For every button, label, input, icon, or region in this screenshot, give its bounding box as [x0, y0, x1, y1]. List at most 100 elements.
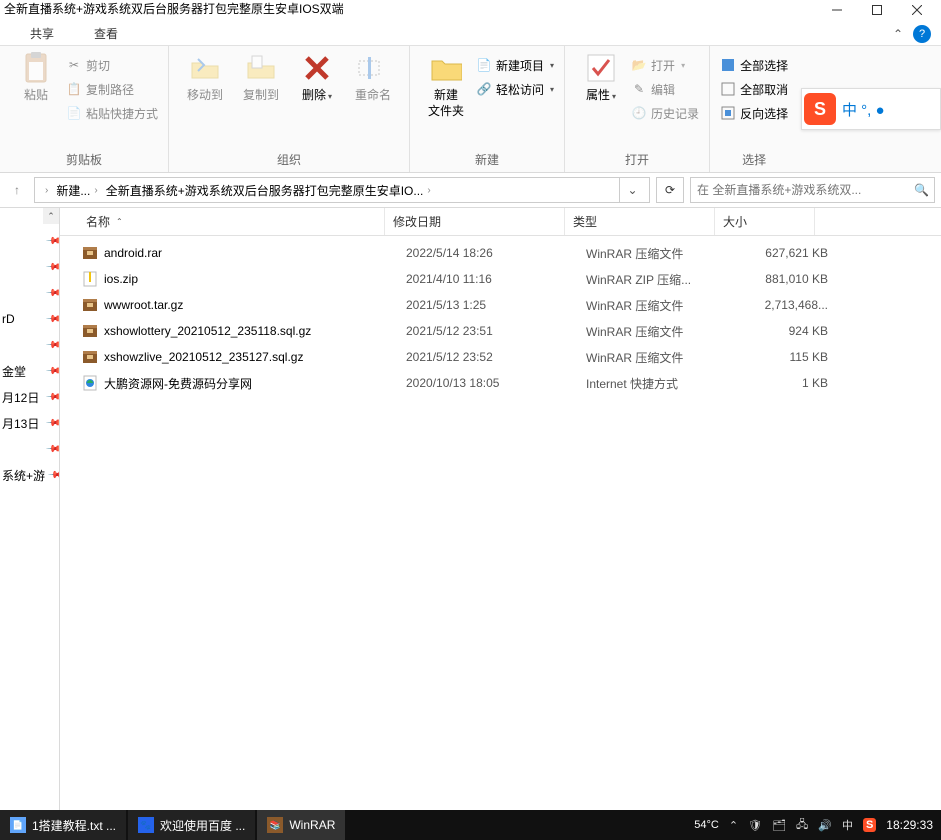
- group-label: 组织: [177, 151, 401, 170]
- file-date: 2021/5/12 23:52: [406, 350, 586, 364]
- column-name[interactable]: 名称⌃: [60, 208, 385, 235]
- file-row[interactable]: xshowlottery_20210512_235118.sql.gz 2021…: [60, 318, 941, 344]
- column-date[interactable]: 修改日期: [385, 208, 565, 235]
- nav-item[interactable]: 📌: [0, 332, 59, 358]
- search-input[interactable]: [697, 183, 914, 197]
- nav-item[interactable]: 金堂📌: [0, 358, 59, 384]
- tray-shield-icon[interactable]: 🛡: [748, 819, 762, 832]
- column-type[interactable]: 类型: [565, 208, 715, 235]
- new-folder-button[interactable]: 新建 文件夹: [418, 50, 474, 121]
- delete-button[interactable]: 删除▾: [289, 50, 345, 106]
- file-size: 627,621 KB: [736, 246, 836, 260]
- refresh-button[interactable]: ⟳: [656, 177, 684, 203]
- paste-shortcut-button[interactable]: 📄粘贴快捷方式: [64, 102, 160, 124]
- checkmark-icon: [585, 52, 617, 84]
- move-to-button[interactable]: 移动到: [177, 50, 233, 106]
- minimize-button[interactable]: [817, 0, 857, 20]
- nav-item[interactable]: 📌: [0, 280, 59, 306]
- close-button[interactable]: [897, 0, 937, 20]
- group-label: 打开: [573, 151, 701, 170]
- tab-share[interactable]: 共享: [10, 25, 74, 42]
- history-icon: 🕘: [631, 105, 647, 121]
- group-select: 全部选择 全部取消 反向选择 选择: [710, 46, 798, 172]
- task-item[interactable]: 📄1搭建教程.txt ...: [0, 810, 126, 840]
- maximize-button[interactable]: [857, 0, 897, 20]
- copy-to-button[interactable]: 复制到: [233, 50, 289, 106]
- file-name: 大鹏资源网-免费源码分享网: [104, 375, 406, 392]
- path-icon: 📋: [66, 81, 82, 97]
- file-size: 2,713,468...: [736, 298, 836, 312]
- file-name: xshowlottery_20210512_235118.sql.gz: [104, 324, 406, 338]
- tray-chevron-icon[interactable]: ⌃: [729, 819, 738, 832]
- nav-item[interactable]: 系统+游📌: [0, 462, 59, 488]
- file-row[interactable]: ios.zip 2021/4/10 11:16 WinRAR ZIP 压缩...…: [60, 266, 941, 292]
- file-row[interactable]: wwwroot.tar.gz 2021/5/13 1:25 WinRAR 压缩文…: [60, 292, 941, 318]
- easy-access-button[interactable]: 🔗轻松访问▾: [474, 78, 556, 100]
- help-button[interactable]: ?: [913, 25, 931, 43]
- scroll-up-icon[interactable]: ⌃: [43, 208, 59, 224]
- system-tray[interactable]: 54°C ⌃ 🛡 🗂 🖧 🔊 中 S 18:29:33: [694, 816, 941, 835]
- titlebar: 全新直播系统+游戏系统双后台服务器打包完整原生安卓IOS双端: [0, 0, 941, 22]
- column-headers[interactable]: 名称⌃ 修改日期 类型 大小: [60, 208, 941, 236]
- cut-button[interactable]: ✂剪切: [64, 54, 160, 76]
- collapse-ribbon-icon[interactable]: ⌃: [893, 27, 903, 41]
- file-size: 924 KB: [736, 324, 836, 338]
- file-row[interactable]: 大鹏资源网-免费源码分享网 2020/10/13 18:05 Internet …: [60, 370, 941, 396]
- group-open: 属性▾ 📂打开▾ ✎编辑 🕘历史记录 打开: [565, 46, 710, 172]
- copy-path-button[interactable]: 📋复制路径: [64, 78, 160, 100]
- column-size[interactable]: 大小: [715, 208, 815, 235]
- tray-sogou-icon[interactable]: S: [863, 818, 876, 832]
- task-item[interactable]: 🐾欢迎使用百度 ...: [128, 810, 255, 840]
- rename-icon: [357, 52, 389, 84]
- nav-item[interactable]: 月12日📌: [0, 384, 59, 410]
- file-size: 1 KB: [736, 376, 836, 390]
- breadcrumb-dropdown[interactable]: ⌄: [619, 178, 645, 202]
- weather-widget[interactable]: 54°C: [694, 819, 719, 831]
- file-list[interactable]: android.rar 2022/5/14 18:26 WinRAR 压缩文件 …: [60, 236, 941, 814]
- crumb-item[interactable]: 全新直播系统+游戏系统双后台服务器打包完整原生安卓IO...: [106, 182, 424, 199]
- crumb-item[interactable]: 新建...: [56, 182, 90, 199]
- tray-volume-icon[interactable]: 🔊: [818, 819, 832, 832]
- pin-icon: 📌: [44, 389, 59, 406]
- file-row[interactable]: xshowzlive_20210512_235127.sql.gz 2021/5…: [60, 344, 941, 370]
- history-button[interactable]: 🕘历史记录: [629, 102, 701, 124]
- taskbar[interactable]: 📄1搭建教程.txt ... 🐾欢迎使用百度 ... 📚WinRAR 54°C …: [0, 810, 941, 840]
- ime-toolbar[interactable]: S 中 °, ●: [801, 88, 941, 130]
- file-date: 2020/10/13 18:05: [406, 376, 586, 390]
- nav-item[interactable]: 📌: [0, 436, 59, 462]
- nav-pane[interactable]: ⌃ 📌📌📌rD📌📌金堂📌月12日📌月13日📌📌系统+游📌: [0, 208, 60, 814]
- clock[interactable]: 18:29:33: [886, 818, 933, 832]
- file-name: ios.zip: [104, 272, 406, 286]
- tray-ime-icon[interactable]: 中: [842, 817, 853, 833]
- paste-button[interactable]: 粘贴: [8, 50, 64, 106]
- file-icon: [82, 297, 98, 313]
- select-none-button[interactable]: 全部取消: [718, 78, 790, 100]
- ime-text: 中 °, ●: [842, 99, 885, 120]
- nav-item[interactable]: 📌: [0, 254, 59, 280]
- up-button[interactable]: ↑: [6, 179, 28, 201]
- tray-network-icon[interactable]: 🖧: [796, 816, 808, 835]
- window-title: 全新直播系统+游戏系统双后台服务器打包完整原生安卓IOS双端: [4, 0, 817, 17]
- nav-item[interactable]: 月13日📌: [0, 410, 59, 436]
- file-row[interactable]: android.rar 2022/5/14 18:26 WinRAR 压缩文件 …: [60, 240, 941, 266]
- task-item[interactable]: 📚WinRAR: [257, 810, 345, 840]
- pin-icon: 📌: [44, 233, 59, 250]
- tab-view[interactable]: 查看: [74, 25, 138, 42]
- tray-folder-icon[interactable]: 🗂: [772, 819, 786, 832]
- new-item-button[interactable]: 📄新建项目▾: [474, 54, 556, 76]
- nav-item[interactable]: rD📌: [0, 306, 59, 332]
- rename-button[interactable]: 重命名: [345, 50, 401, 106]
- open-button[interactable]: 📂打开▾: [629, 54, 701, 76]
- address-bar: ↑ › 新建...› 全新直播系统+游戏系统双后台服务器打包完整原生安卓IO..…: [0, 173, 941, 208]
- invert-selection-button[interactable]: 反向选择: [718, 102, 790, 124]
- group-label: 新建: [418, 151, 556, 170]
- search-icon[interactable]: 🔍: [914, 183, 928, 197]
- nav-item[interactable]: 📌: [0, 228, 59, 254]
- select-all-button[interactable]: 全部选择: [718, 54, 790, 76]
- file-icon: [82, 375, 98, 391]
- file-icon: [82, 271, 98, 287]
- edit-button[interactable]: ✎编辑: [629, 78, 701, 100]
- breadcrumb[interactable]: › 新建...› 全新直播系统+游戏系统双后台服务器打包完整原生安卓IO...›…: [34, 177, 650, 203]
- search-box[interactable]: 🔍: [690, 177, 935, 203]
- properties-button[interactable]: 属性▾: [573, 50, 629, 106]
